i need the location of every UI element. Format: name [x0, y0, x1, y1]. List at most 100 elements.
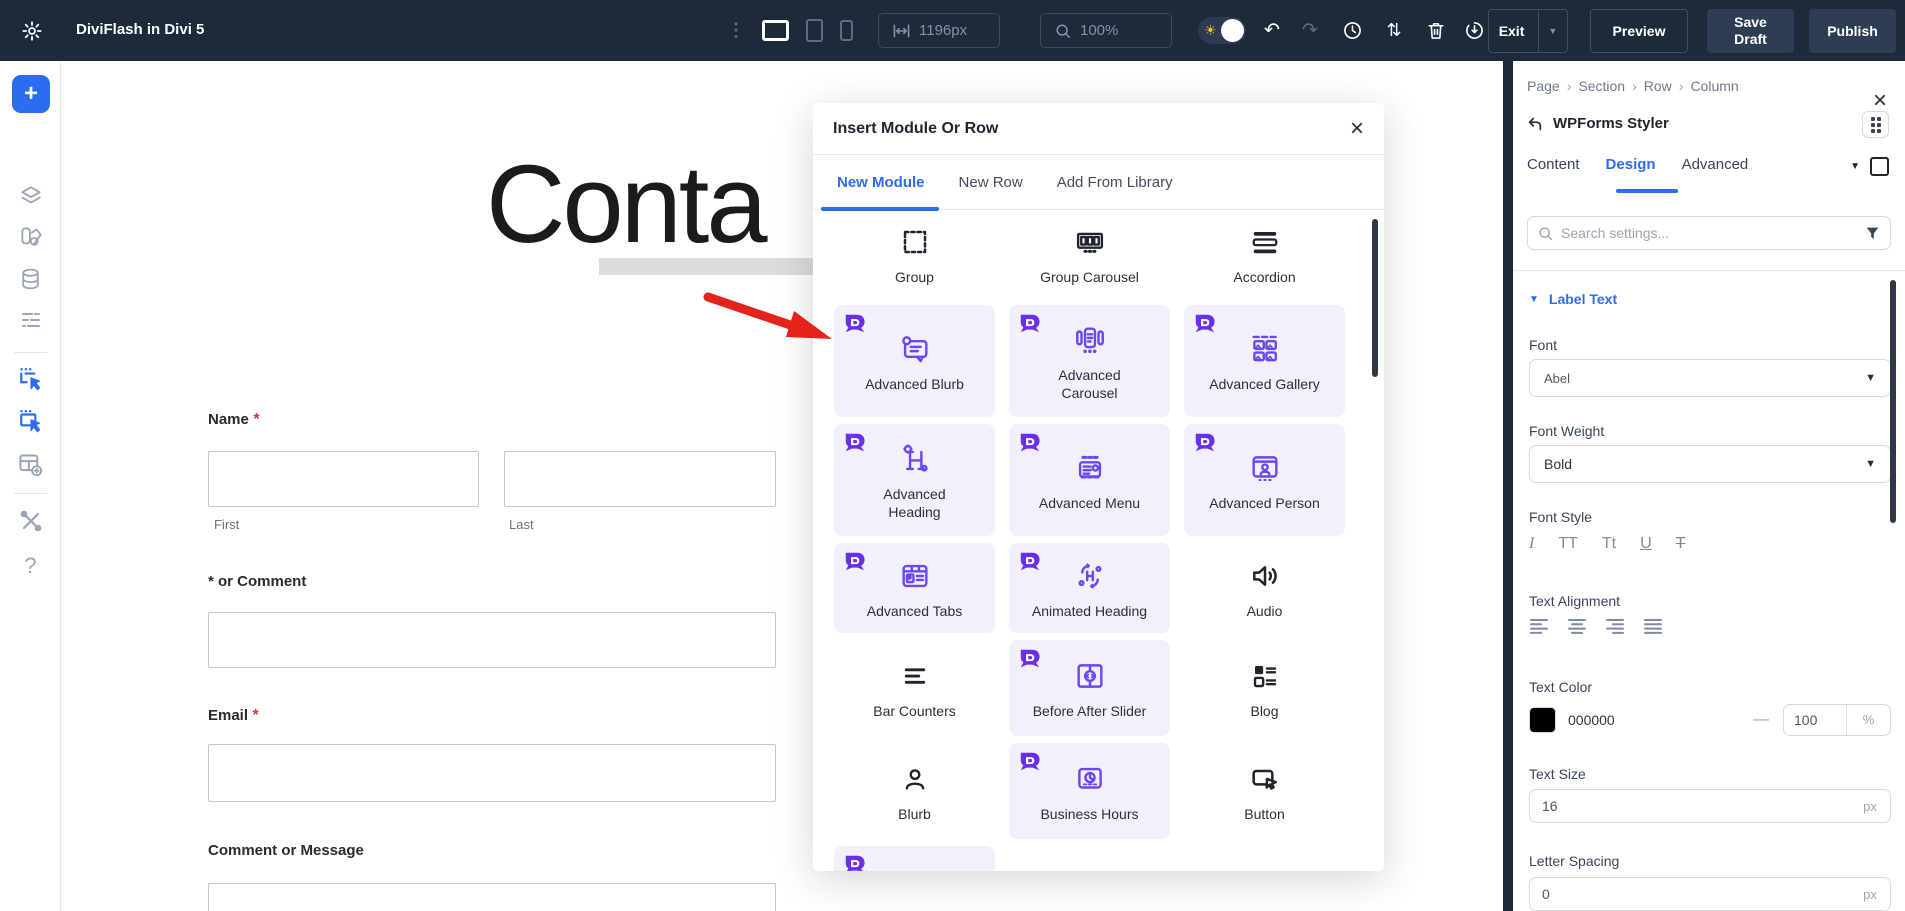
module-card-blog[interactable]: Blog [1184, 640, 1345, 736]
select-row-tool-icon[interactable] [0, 408, 61, 434]
align-justify-icon[interactable] [1643, 617, 1663, 635]
panel-resize-handle[interactable] [1503, 61, 1513, 911]
design-presets-icon[interactable] [0, 224, 61, 250]
history-clock-icon[interactable] [1340, 0, 1364, 61]
redo-icon[interactable]: ↷ [1298, 0, 1322, 61]
page-heading[interactable]: Conta [486, 141, 765, 268]
portability-icon[interactable] [1462, 0, 1486, 61]
panel-tab-advanced[interactable]: Advanced [1682, 156, 1749, 173]
tablet-view-icon[interactable] [806, 19, 823, 42]
module-card-advanced-carousel[interactable]: Advanced Carousel [1009, 305, 1170, 417]
align-center-icon[interactable] [1567, 617, 1587, 635]
canvas-width-control[interactable]: 1196px [878, 13, 1000, 48]
module-card-advanced-tabs[interactable]: Advanced Tabs [834, 543, 995, 633]
letter-spacing-input[interactable] [1530, 886, 1850, 902]
panel-tab-content[interactable]: Content [1527, 156, 1580, 173]
email-input[interactable] [208, 744, 776, 802]
preview-button[interactable]: Preview [1590, 9, 1688, 53]
add-module-button[interactable]: + [12, 75, 50, 113]
panel-scrollbar[interactable] [1890, 280, 1896, 523]
back-arrow-icon[interactable] [1527, 116, 1543, 132]
tabs-dropdown-icon[interactable]: ▼ [1850, 161, 1860, 172]
tab-new-module[interactable]: New Module [837, 174, 925, 191]
settings-search-input[interactable] [1561, 225, 1857, 241]
or-comment-input[interactable] [208, 612, 776, 668]
text-size-input[interactable] [1530, 798, 1850, 814]
panel-tab-design[interactable]: Design [1606, 156, 1656, 173]
interaction-mode-toggle[interactable]: ☀ [1198, 17, 1246, 44]
uppercase-style-icon[interactable]: TT [1558, 535, 1578, 553]
filter-icon[interactable] [1865, 226, 1880, 241]
module-card-business-hours[interactable]: Business Hours [1009, 743, 1170, 839]
breadcrumb-page[interactable]: Page [1527, 78, 1560, 94]
module-card-group-carousel[interactable]: Group Carousel [1009, 210, 1170, 298]
canvas-width-value: 1196px [919, 22, 967, 39]
underline-style-icon[interactable]: U [1640, 535, 1652, 553]
module-card-partial-1[interactable] [834, 846, 995, 871]
settings-search[interactable] [1527, 216, 1891, 250]
module-card-group[interactable]: Group [834, 210, 995, 298]
module-card-advanced-heading[interactable]: Advanced Heading [834, 424, 995, 536]
layers-icon[interactable] [0, 183, 61, 209]
align-right-icon[interactable] [1605, 617, 1625, 635]
font-select[interactable]: Abel ▼ [1529, 359, 1891, 397]
module-card-partial-3[interactable] [1184, 846, 1345, 871]
tools-icon[interactable] [0, 509, 61, 533]
align-left-icon[interactable] [1529, 617, 1549, 635]
modal-scrollbar[interactable] [1372, 219, 1378, 377]
module-card-partial-2[interactable] [1009, 846, 1170, 871]
module-card-audio[interactable]: Audio [1184, 543, 1345, 633]
strikethrough-style-icon[interactable]: T [1676, 535, 1686, 553]
panel-close-icon[interactable]: × [1873, 89, 1887, 113]
desktop-preview-box-icon[interactable] [1870, 157, 1889, 176]
save-draft-button[interactable]: Save Draft [1707, 9, 1794, 53]
sort-arrows-icon[interactable]: ⇅ [1382, 0, 1406, 61]
capitalize-style-icon[interactable]: Tt [1602, 535, 1616, 553]
modal-close-icon[interactable]: × [1350, 117, 1364, 141]
tab-new-row[interactable]: New Row [959, 174, 1023, 191]
breadcrumb-section[interactable]: Section [1578, 78, 1625, 94]
zoom-control[interactable]: 100% [1040, 13, 1172, 48]
more-options-icon[interactable]: ⋮ [728, 0, 744, 61]
module-card-advanced-person[interactable]: Advanced Person [1184, 424, 1345, 536]
database-icon[interactable] [0, 266, 61, 292]
breadcrumb-row[interactable]: Row [1644, 78, 1672, 94]
desktop-view-icon[interactable] [762, 20, 789, 41]
tab-add-from-library[interactable]: Add From Library [1057, 174, 1173, 191]
module-card-bar-counters[interactable]: Bar Counters [834, 640, 995, 736]
publish-button[interactable]: Publish [1809, 9, 1896, 53]
module-card-button[interactable]: Button [1184, 743, 1345, 839]
module-card-advanced-blurb[interactable]: Advanced Blurb [834, 305, 995, 417]
phone-view-icon[interactable] [840, 20, 853, 41]
panel-dock-icon[interactable] [1862, 111, 1889, 138]
exit-button[interactable]: Exit ▼ [1488, 9, 1568, 53]
settings-gear-icon[interactable] [18, 0, 46, 61]
help-icon[interactable]: ? [0, 553, 61, 579]
trash-icon[interactable] [1424, 0, 1448, 61]
comment-input[interactable] [208, 883, 776, 911]
name-last-input[interactable] [504, 451, 776, 507]
color-swatch[interactable] [1529, 707, 1556, 733]
undo-icon[interactable]: ↶ [1260, 0, 1284, 61]
module-card-accordion[interactable]: Accordion [1184, 210, 1345, 298]
layout-library-icon[interactable] [0, 451, 61, 478]
exit-chevron-icon[interactable]: ▼ [1548, 26, 1557, 36]
module-card-animated-heading[interactable]: Animated Heading [1009, 543, 1170, 633]
italic-style-icon[interactable]: I [1529, 535, 1534, 553]
field-list-icon[interactable] [0, 308, 61, 332]
opacity-input[interactable] [1784, 712, 1846, 728]
breadcrumb-column[interactable]: Column [1690, 78, 1738, 94]
module-card-before-after-slider[interactable]: Before After Slider [1009, 640, 1170, 736]
diviflash-badge-icon [1019, 648, 1040, 669]
audio-icon [1245, 556, 1285, 596]
text-alignment-label: Text Alignment [1529, 593, 1620, 609]
diviflash-badge-icon [844, 432, 865, 453]
font-weight-select[interactable]: Bold ▼ [1529, 445, 1891, 483]
exit-label: Exit [1499, 23, 1525, 39]
module-card-blurb[interactable]: Blurb [834, 743, 995, 839]
module-card-advanced-gallery[interactable]: Advanced Gallery [1184, 305, 1345, 417]
select-module-tool-icon[interactable] [0, 366, 61, 392]
section-label-text[interactable]: ▼ Label Text [1529, 291, 1617, 307]
module-card-advanced-menu[interactable]: Advanced Menu [1009, 424, 1170, 536]
name-first-input[interactable] [208, 451, 479, 507]
